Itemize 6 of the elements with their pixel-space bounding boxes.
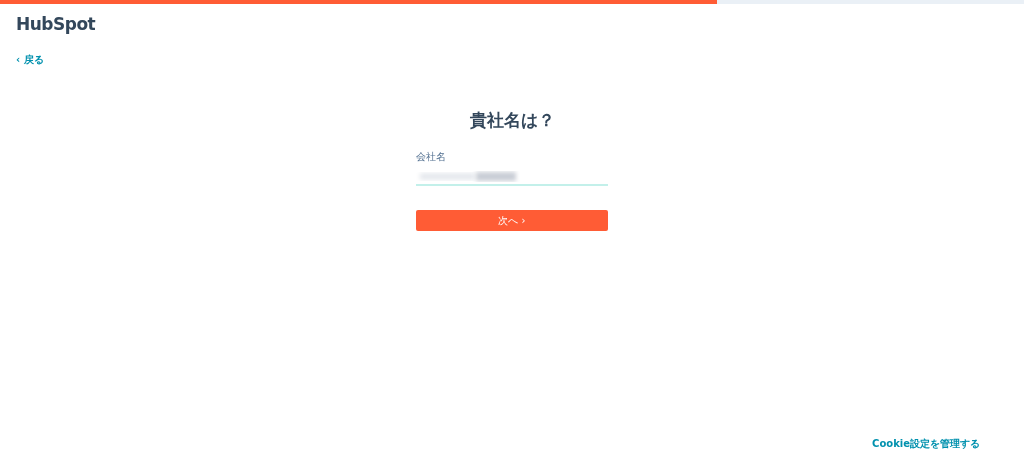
field-label: 会社名 xyxy=(416,150,447,164)
logo: HubSpot xyxy=(16,14,96,34)
back-link[interactable]: ‹ 戻る xyxy=(16,53,44,65)
next-button[interactable]: 次へ › xyxy=(416,210,608,231)
heading: 貴社名は？ xyxy=(469,108,555,132)
cookie-settings-link[interactable]: Cookie設定を管理する xyxy=(872,436,980,451)
